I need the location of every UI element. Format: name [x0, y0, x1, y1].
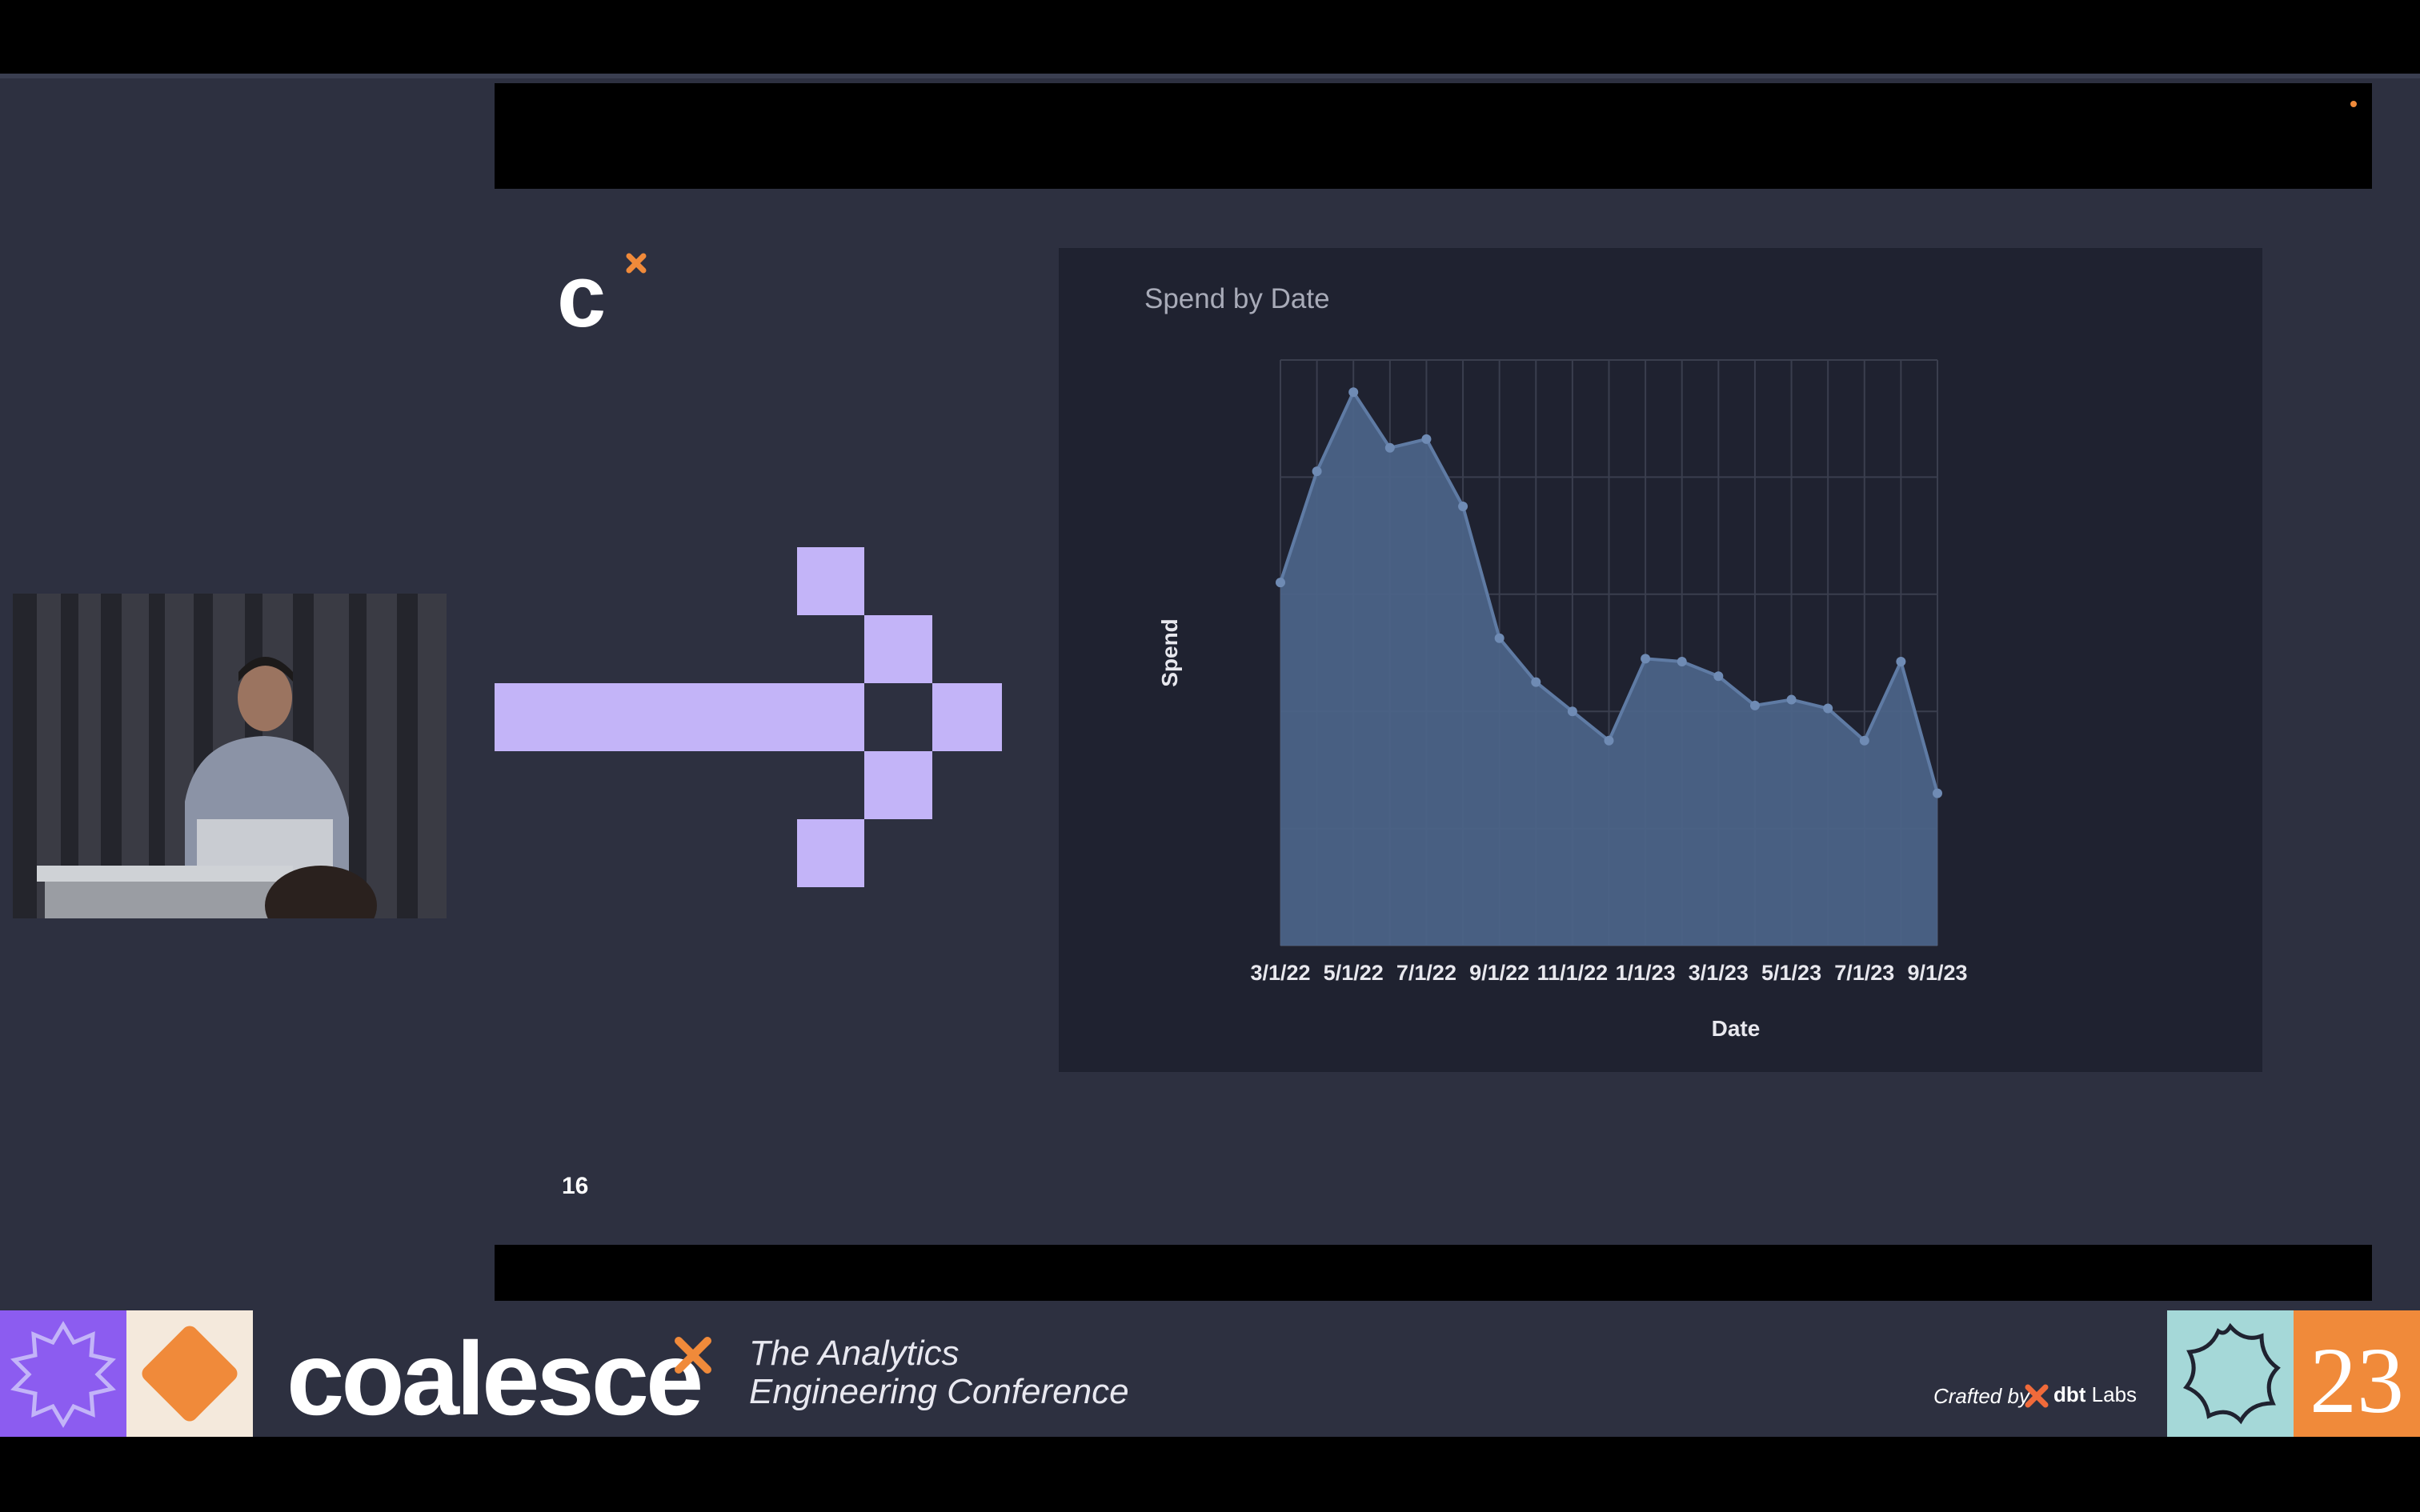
data-point — [1896, 656, 1906, 666]
coalesce-wordmark: coalesce — [286, 1320, 703, 1437]
data-point — [1567, 706, 1577, 717]
conference-tagline: The Analytics Engineering Conference — [749, 1334, 1129, 1411]
data-point — [1786, 694, 1797, 705]
x-tick-label: 9/1/23 — [1907, 961, 1967, 985]
recording-indicator-icon — [2350, 101, 2357, 107]
data-point — [1348, 387, 1359, 398]
crafted-by-text: Crafted by — [1933, 1384, 2029, 1408]
speaker-video-frame — [13, 594, 447, 918]
pixel-arrow-graphic — [495, 547, 1002, 887]
data-point — [1312, 466, 1322, 477]
data-point — [1641, 654, 1651, 664]
tagline-line-1: The Analytics — [749, 1334, 960, 1373]
x-tick-label: 3/1/23 — [1689, 961, 1749, 985]
x-tick-label: 5/1/22 — [1324, 961, 1384, 985]
data-point — [1604, 735, 1614, 746]
dbt-logo-icon — [2025, 1384, 2049, 1408]
data-point — [1531, 677, 1541, 687]
footer-tile-orange: 23 — [2294, 1310, 2420, 1437]
footer-tile-teal — [2167, 1310, 2294, 1437]
x-tick-label: 11/1/22 — [1537, 961, 1609, 985]
x-tick-label: 7/1/22 — [1396, 961, 1456, 985]
wavy-star-icon — [2182, 1322, 2281, 1425]
footer-tile-purple — [0, 1310, 126, 1437]
x-tick-label: 3/1/22 — [1250, 961, 1310, 985]
spend-area-chart: 3/1/22 5/1/22 7/1/22 9/1/22 11/1/22 1/1/23 3/1… — [1157, 359, 1968, 1041]
coalesce-c-logo-icon: c — [557, 250, 647, 338]
coalesce-x-icon — [675, 1337, 711, 1374]
y-axis-label: Spend — [1157, 618, 1182, 687]
data-point — [1677, 656, 1687, 666]
data-point — [1421, 434, 1432, 444]
dbt-labs-wordmark: dbt Labs — [2053, 1382, 2137, 1407]
speaker-webcam — [13, 594, 447, 918]
data-point — [1384, 442, 1395, 453]
starburst-icon — [10, 1321, 116, 1428]
labs-suffix: Labs — [2091, 1382, 2138, 1406]
data-point — [1458, 502, 1468, 511]
x-axis-label: Date — [1712, 1016, 1761, 1041]
data-point — [1859, 735, 1869, 746]
tagline-line-2: Engineering Conference — [749, 1372, 1129, 1411]
data-point — [1749, 700, 1760, 710]
x-tick-label: 5/1/23 — [1761, 961, 1821, 985]
logo-letter: c — [557, 250, 606, 338]
data-point — [1933, 788, 1942, 798]
letterbox-bottom — [495, 1245, 2372, 1301]
top-strip — [0, 74, 2420, 78]
data-point — [1276, 578, 1285, 588]
x-tick-label: 7/1/23 — [1834, 961, 1894, 985]
letterbox-top — [495, 83, 2372, 189]
data-point — [1713, 671, 1724, 682]
x-tick-label: 1/1/23 — [1616, 961, 1676, 985]
data-point — [1823, 703, 1833, 714]
dbt-brand: dbt — [2053, 1382, 2086, 1406]
x-tick-label: 9/1/22 — [1469, 961, 1529, 985]
diamond-icon — [142, 1326, 238, 1422]
data-point — [1494, 633, 1504, 643]
slide-page-number: 16 — [562, 1173, 589, 1199]
year-badge: 23 — [2310, 1328, 2404, 1433]
footer-tile-cream — [126, 1310, 253, 1437]
